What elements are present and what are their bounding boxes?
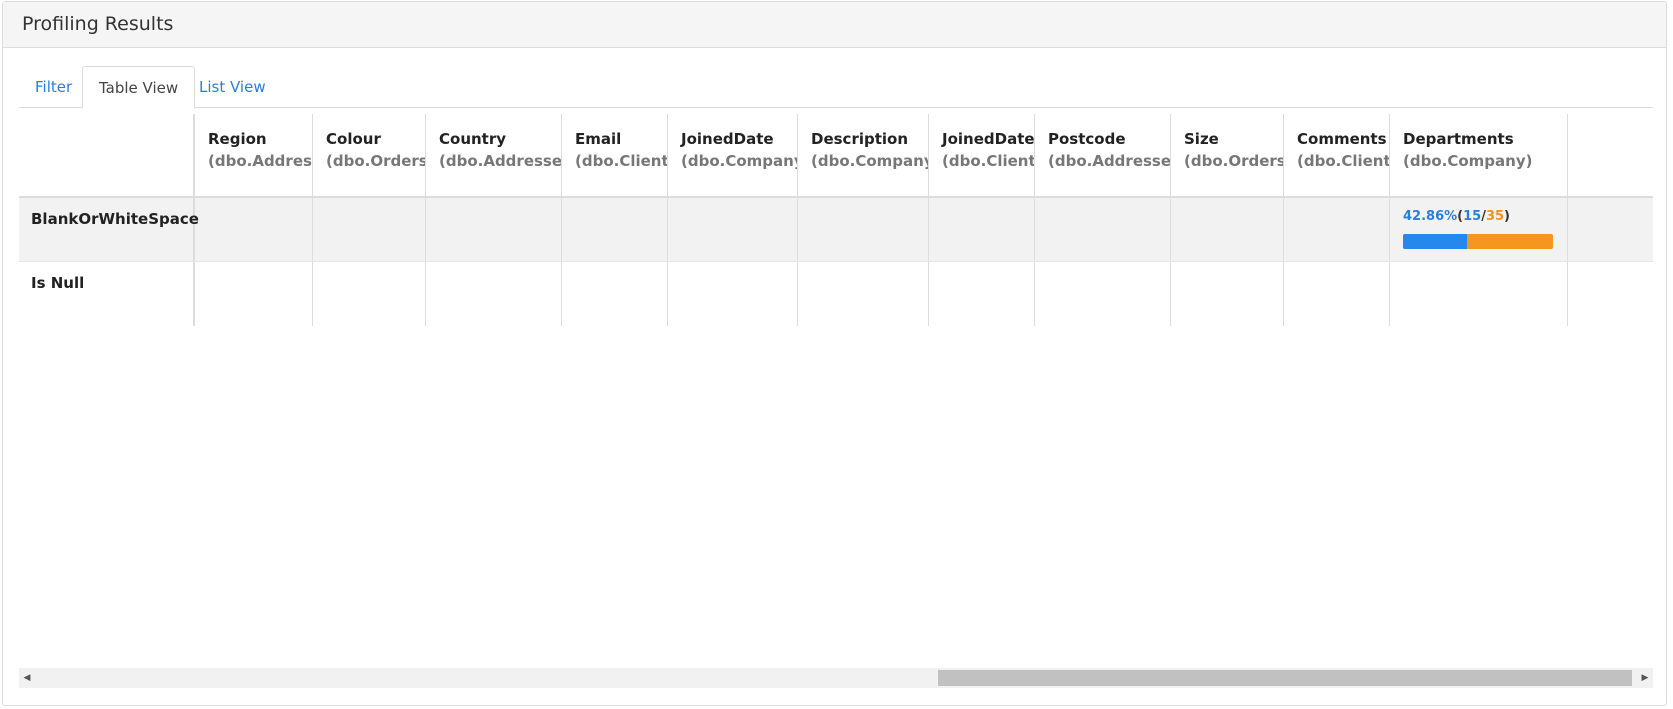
table-cell <box>1283 198 1389 261</box>
column-table: (dbo.Company) <box>1403 152 1533 170</box>
profiling-table: Region (dbo.Addresses) Colour (dbo.Order… <box>19 114 1653 326</box>
column-table: (dbo.Client) <box>575 152 667 170</box>
scrollbar-thumb[interactable] <box>938 670 1632 686</box>
column-name: JoinedDate <box>681 130 774 148</box>
scroll-left-icon[interactable]: ◀ <box>19 668 35 688</box>
tab-list-view[interactable]: List View <box>183 66 282 108</box>
column-header-description[interactable]: Description (dbo.Company) <box>797 114 928 196</box>
table-cell <box>667 262 797 326</box>
column-header-email[interactable]: Email (dbo.Client) <box>561 114 667 196</box>
stat-progress-fill <box>1403 234 1468 249</box>
stat-text: 42.86%(15/35) <box>1403 208 1554 226</box>
column-header-joineddate-company[interactable]: JoinedDate (dbo.Company) <box>667 114 797 196</box>
table-cell <box>797 198 928 261</box>
column-table: (dbo.Client) <box>942 152 1034 170</box>
scroll-right-icon[interactable]: ▶ <box>1637 668 1653 688</box>
column-name: Departments <box>1403 130 1514 148</box>
table-cell <box>312 262 425 326</box>
column-name: Description <box>811 130 909 148</box>
table-cell <box>425 262 561 326</box>
column-name: Region <box>208 130 267 148</box>
column-table: (dbo.Addresses) <box>439 152 561 170</box>
column-table: (dbo.Orders) <box>1184 152 1283 170</box>
column-table: (dbo.Client) <box>1297 152 1389 170</box>
table-cell <box>312 198 425 261</box>
row-label-blankorwhitespace: BlankOrWhiteSpace <box>19 198 199 261</box>
tab-filter[interactable]: Filter <box>19 66 88 108</box>
table-row: Is Null <box>19 262 1653 326</box>
column-table: (dbo.Addresses) <box>208 152 312 170</box>
horizontal-scrollbar[interactable]: ◀ ▶ <box>19 668 1653 688</box>
column-name: Comments <box>1297 130 1387 148</box>
column-name: Size <box>1184 130 1219 148</box>
column-header-comments[interactable]: Comments (dbo.Client) <box>1283 114 1389 196</box>
tab-table-view[interactable]: Table View <box>82 66 196 109</box>
table-cell <box>1170 262 1283 326</box>
column-name: Email <box>575 130 622 148</box>
column-header-country[interactable]: Country (dbo.Addresses) <box>425 114 561 196</box>
table-cell <box>1034 262 1170 326</box>
table-cell <box>425 198 561 261</box>
stat-total: 35 <box>1485 209 1505 224</box>
table-cell <box>797 262 928 326</box>
column-header-departments[interactable]: Departments (dbo.Company) <box>1389 114 1568 196</box>
column-table: (dbo.Company) <box>681 152 797 170</box>
column-header-region[interactable]: Region (dbo.Addresses) <box>195 114 312 196</box>
column-header-size[interactable]: Size (dbo.Orders) <box>1170 114 1283 196</box>
table-cell <box>667 198 797 261</box>
stat-percent: 42.86% <box>1403 209 1458 224</box>
table-cell <box>1034 198 1170 261</box>
column-name: Country <box>439 130 507 148</box>
stat-count: 15 <box>1463 209 1482 224</box>
table-cell <box>195 262 312 326</box>
column-table: (dbo.Orders) <box>326 152 425 170</box>
column-name: JoinedDate <box>942 130 1034 148</box>
table-cell <box>561 198 667 261</box>
column-header-postcode[interactable]: Postcode (dbo.Addresses) <box>1034 114 1170 196</box>
column-header-colour[interactable]: Colour (dbo.Orders) <box>312 114 425 196</box>
view-tabs: Filter Table View List View <box>19 66 1653 109</box>
table-cell <box>928 262 1034 326</box>
column-header-joineddate-client[interactable]: JoinedDate (dbo.Client) <box>928 114 1034 196</box>
table-cell <box>928 198 1034 261</box>
row-label-is-null: Is Null <box>19 262 195 326</box>
table-cell <box>1389 262 1568 326</box>
table-cell <box>1283 262 1389 326</box>
corner-header-cell <box>19 114 195 196</box>
column-name: Postcode <box>1048 130 1126 148</box>
column-table: (dbo.Addresses) <box>1048 152 1170 170</box>
table-cell <box>1170 198 1283 261</box>
column-table: (dbo.Company) <box>811 152 928 170</box>
stat-progress-bar <box>1403 234 1553 249</box>
table-cell <box>561 262 667 326</box>
panel-title: Profiling Results <box>3 2 1666 48</box>
column-name: Colour <box>326 130 381 148</box>
table-row: BlankOrWhiteSpace 42.86%(15/35) <box>19 198 1653 262</box>
table-header-row: Region (dbo.Addresses) Colour (dbo.Order… <box>19 114 1653 198</box>
table-cell <box>195 198 312 261</box>
stat-close-paren: ) <box>1504 209 1510 224</box>
departments-blank-stat-cell[interactable]: 42.86%(15/35) <box>1389 198 1568 261</box>
